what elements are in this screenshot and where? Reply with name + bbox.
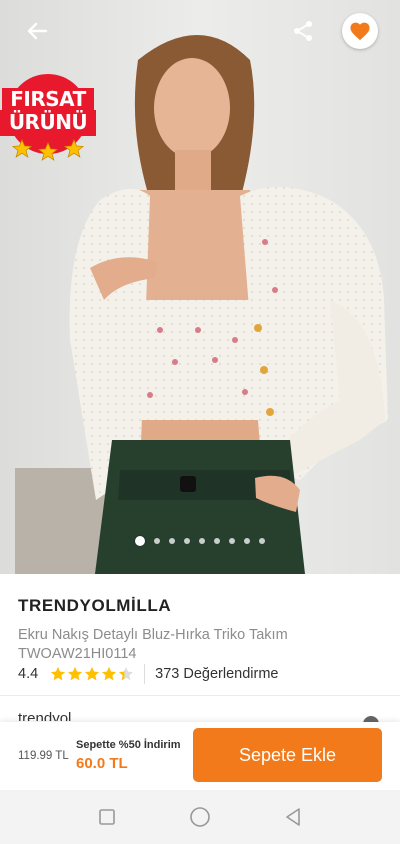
add-to-cart-button[interactable]: Sepete Ekle [193,728,382,782]
product-image-gallery[interactable]: FIRSAT ÜRÜNÜ [0,0,400,574]
buy-bar: 119.99 TL Sepette %50 İndirim 60.0 TL Se… [0,722,400,790]
firsat-urunu-badge: FIRSAT ÜRÜNÜ [0,70,96,164]
rating-stars [50,666,134,682]
gallery-dot[interactable] [244,538,250,544]
gallery-pagination[interactable] [0,536,400,546]
badge-line1: FIRSAT [10,87,86,111]
divider [144,664,146,684]
section-divider [0,695,400,696]
product-title: Ekru Nakış Detaylı Bluz-Hırka Triko Takı… [18,627,288,643]
gallery-dot[interactable] [169,538,175,544]
star-icon [68,667,83,681]
square-icon [98,809,115,825]
back-button[interactable] [20,14,54,48]
badge-line2: ÜRÜNÜ [8,110,88,134]
discounted-price: 60.0 TL [76,755,128,772]
review-count[interactable]: 373 Değerlendirme [155,666,278,682]
star-icon [102,667,117,681]
rating-value: 4.4 [18,666,39,682]
gallery-dot[interactable] [214,538,220,544]
product-info: TRENDYOLMİLLA Ekru Nakış Detaylı Bluz-Hı… [18,596,382,664]
old-price: 119.99 TL [18,750,69,762]
favorite-button[interactable] [342,13,378,49]
gallery-dot[interactable] [259,538,265,544]
gallery-dot[interactable] [184,538,190,544]
share-button[interactable] [286,14,320,48]
arrow-left-icon [27,22,48,40]
system-nav-bar [0,790,400,844]
gallery-dot[interactable] [199,538,205,544]
share-icon [294,21,312,41]
recents-button[interactable] [95,805,119,829]
gallery-dot[interactable] [154,538,160,544]
circle-icon [190,807,210,827]
gallery-dot[interactable] [135,536,145,546]
home-button[interactable] [188,805,212,829]
system-back-button[interactable] [281,805,305,829]
brand-name[interactable]: TRENDYOLMİLLA [18,596,382,616]
rating-row[interactable]: 4.4 373 Değerlendirme [18,664,279,684]
product-code: TWOAW21HI0114 [18,646,137,662]
gallery-dot[interactable] [229,538,235,544]
seller-name[interactable]: trendyol [18,709,71,721]
star-icon [51,667,66,681]
star-icon [119,667,134,681]
star-icon [85,667,100,681]
triangle-back-icon [286,808,301,826]
heart-icon [350,22,370,41]
discount-label: Sepette %50 İndirim [76,739,181,751]
product-name: Ekru Nakış Detaylı Bluz-Hırka Triko Takı… [18,626,382,664]
